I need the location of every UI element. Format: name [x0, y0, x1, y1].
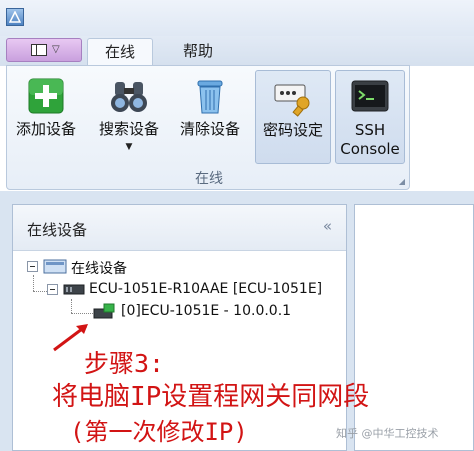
collapse-panel-icon[interactable]: «: [323, 217, 332, 235]
dropdown-arrow-icon: ▼: [125, 142, 133, 152]
ssh-console-label: SSH Console: [340, 121, 400, 158]
ribbon-panel: 添加设备 搜索设备 ▼ 清除设备 密码设定 SSH Console 在线 ◢: [6, 65, 410, 190]
ribbon-tab-row: ▽ 在线 帮助: [0, 36, 474, 66]
window-layout-icon: [31, 44, 47, 56]
tab-online[interactable]: 在线: [87, 38, 153, 66]
annotation-step: 步骤3:: [84, 349, 165, 378]
tree-item-online-devices[interactable]: 在线设备: [21, 257, 321, 279]
tree-item-label: ECU-1051E-R10AAE [ECU-1051E]: [89, 281, 323, 297]
ssh-console-button[interactable]: SSH Console: [335, 70, 405, 164]
trash-icon: [197, 80, 223, 114]
add-device-button[interactable]: 添加设备: [9, 70, 83, 164]
tree-collapse-icon[interactable]: [47, 284, 58, 295]
application-menu-button[interactable]: ▽: [6, 38, 82, 62]
search-device-label: 搜索设备: [98, 120, 159, 138]
annotation-instruction: 将电脑IP设置程网关同网段: [52, 382, 370, 412]
panel-title: 在线设备: [27, 221, 88, 239]
annotation-note: (第一次修改IP): [70, 418, 248, 446]
app-icon[interactable]: [6, 8, 24, 26]
tree-connector: [71, 313, 93, 314]
clear-device-button[interactable]: 清除设备: [173, 70, 247, 164]
tree-collapse-icon[interactable]: [27, 261, 38, 272]
tab-help[interactable]: 帮助: [170, 38, 226, 66]
clear-device-label: 清除设备: [179, 120, 240, 138]
tree-item-label: [0]ECU-1051E - 10.0.0.1: [121, 303, 292, 319]
network-icon: [43, 259, 67, 274]
device-icon: [63, 284, 85, 295]
ribbon-group-label: 在线: [195, 171, 223, 187]
binoculars-icon: [111, 82, 147, 112]
password-setting-button[interactable]: 密码设定: [255, 70, 331, 164]
add-device-label: 添加设备: [15, 120, 76, 138]
password-key-icon: [274, 84, 310, 117]
tree-item-ecu-online[interactable]: [0]ECU-1051E - 10.0.0.1: [93, 302, 343, 324]
tree-item-label: 在线设备: [71, 261, 127, 277]
device-online-icon: [93, 303, 115, 319]
terminal-icon: [351, 80, 389, 112]
password-setting-label: 密码设定: [262, 121, 323, 139]
chevron-down-icon: ▽: [52, 44, 60, 55]
content-pane: [354, 204, 474, 451]
tree-item-ecu-device[interactable]: ECU-1051E-R10AAE [ECU-1051E]: [39, 280, 349, 302]
watermark: 知乎 @中华工控技术: [336, 427, 439, 440]
group-launcher-icon[interactable]: ◢: [399, 177, 405, 186]
search-device-button[interactable]: 搜索设备 ▼: [91, 70, 167, 164]
title-bar: [0, 0, 474, 36]
panel-header: 在线设备 «: [13, 205, 346, 251]
plus-icon: [28, 78, 64, 114]
